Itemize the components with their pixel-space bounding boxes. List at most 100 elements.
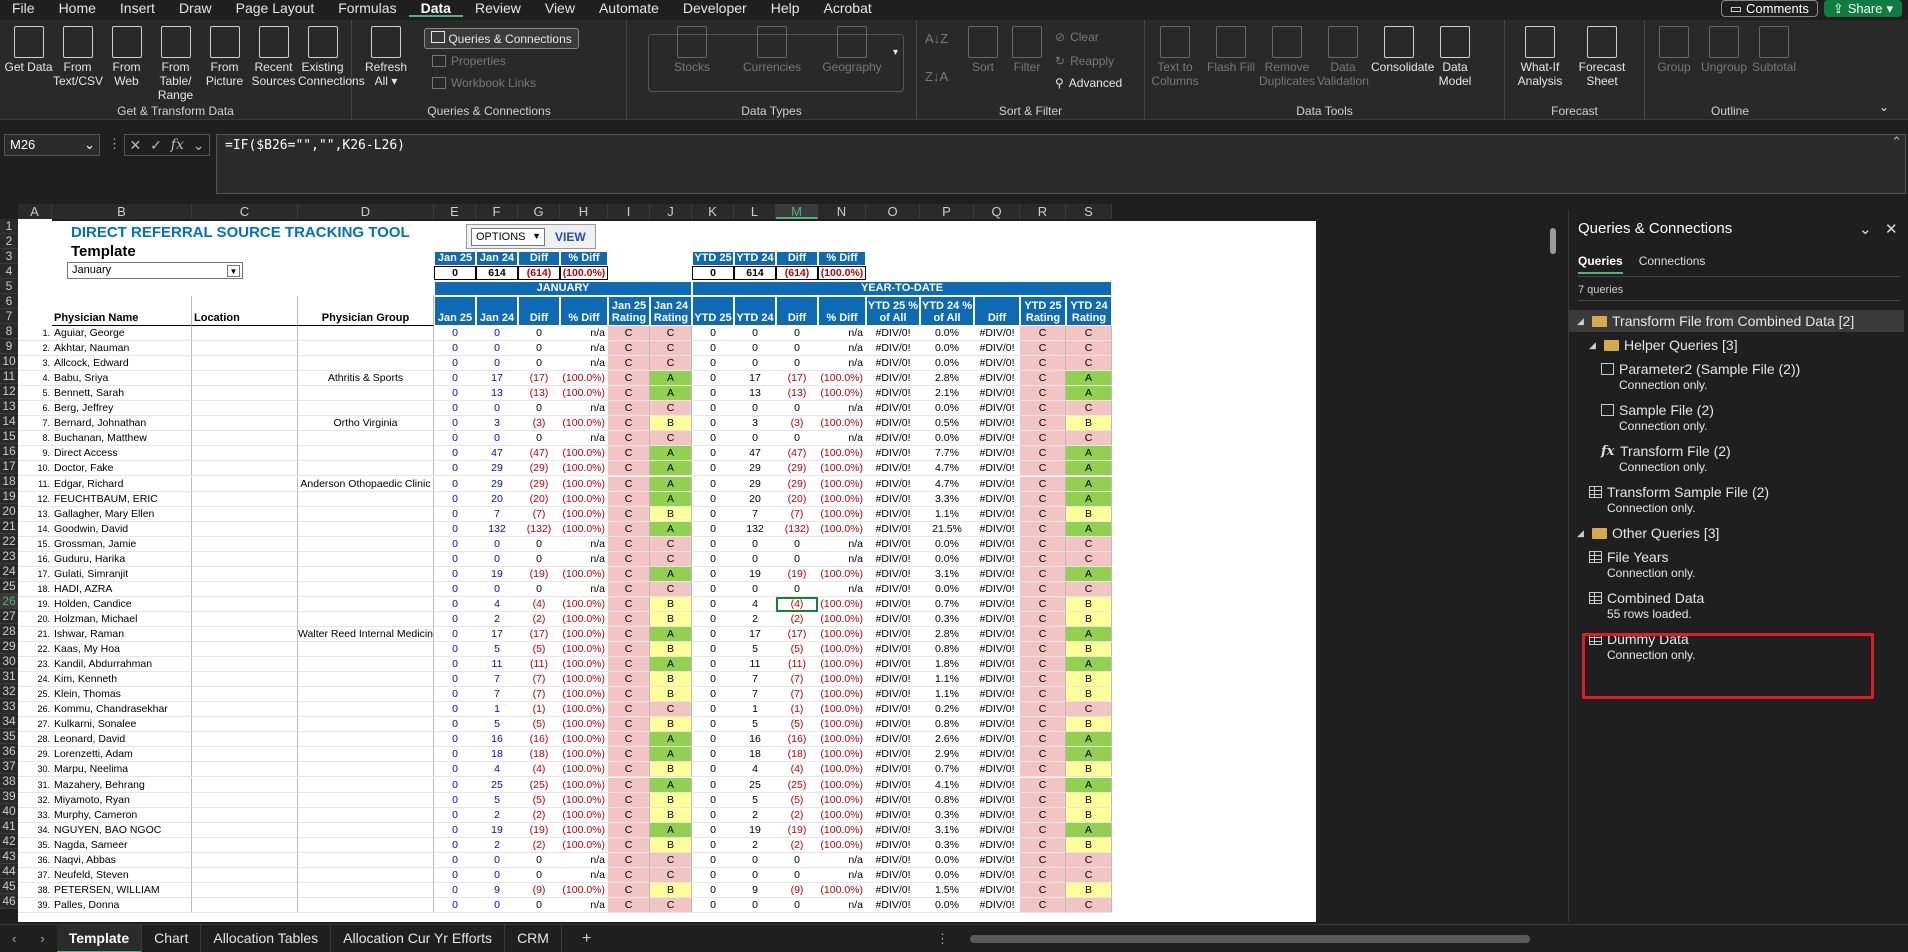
cell-r[interactable]: C — [1020, 326, 1066, 341]
cell-m[interactable]: (5) — [776, 717, 818, 733]
cell-o[interactable]: #DIV/0! — [866, 552, 920, 567]
cell-e[interactable]: 0 — [434, 341, 476, 357]
cell-d[interactable]: Athritis & Sports — [298, 371, 434, 387]
cell-j[interactable]: B — [650, 837, 692, 853]
cell-o[interactable]: #DIV/0! — [866, 356, 920, 372]
cell-j[interactable]: B — [650, 642, 692, 658]
cell-f[interactable]: 2 — [476, 612, 518, 627]
cell-c[interactable] — [192, 702, 298, 718]
cell-i[interactable]: C — [608, 551, 650, 567]
cell-q[interactable]: #DIV/0! — [974, 657, 1020, 673]
cell-f[interactable]: 17 — [476, 371, 518, 387]
cell-g[interactable]: (7) — [518, 507, 560, 522]
cell-o[interactable]: #DIV/0! — [866, 612, 920, 627]
cell-d[interactable]: Ortho Virginia — [298, 416, 434, 432]
cell-h[interactable]: (100.0%) — [560, 507, 608, 522]
get-data-button[interactable]: Get Data — [4, 26, 53, 74]
cell-g[interactable]: 0 — [518, 326, 560, 341]
cell-c[interactable] — [192, 627, 298, 642]
cell-b[interactable]: Marpu, Neelima — [52, 762, 192, 778]
cell-c[interactable] — [192, 777, 298, 793]
cell-h[interactable]: (100.0%) — [560, 823, 608, 838]
cell-q[interactable]: #DIV/0! — [974, 416, 1020, 432]
cell-p[interactable]: 21.5% — [920, 522, 974, 537]
cell-j[interactable]: C — [650, 341, 692, 357]
cell-i[interactable]: C — [608, 326, 650, 341]
cell-k[interactable]: 0 — [692, 567, 734, 582]
row-header[interactable]: 40 — [0, 804, 18, 819]
cell-f[interactable]: 11 — [476, 657, 518, 673]
cell-l[interactable]: 0 — [734, 356, 776, 372]
cell-c[interactable] — [192, 657, 298, 673]
cell-g[interactable]: (29) — [518, 477, 560, 492]
cell-a[interactable]: 23. — [18, 657, 52, 673]
cell-r[interactable]: C — [1020, 566, 1066, 582]
cell-b[interactable]: Babu, Sriya — [52, 371, 192, 387]
row-header[interactable]: 44 — [0, 864, 18, 879]
cell-a[interactable]: 36. — [18, 853, 52, 868]
cell-q[interactable]: #DIV/0! — [974, 717, 1020, 733]
cell-d[interactable] — [298, 882, 434, 898]
cell-o[interactable]: #DIV/0! — [866, 657, 920, 673]
cell-j[interactable]: B — [650, 687, 692, 703]
cell-p[interactable]: 1.1% — [920, 672, 974, 688]
cell-h[interactable]: (100.0%) — [560, 793, 608, 808]
row-header[interactable]: 4 — [0, 264, 18, 279]
cell-f[interactable]: 9 — [476, 883, 518, 898]
cell-l[interactable]: 0 — [734, 868, 776, 883]
cell-f[interactable]: 19 — [476, 823, 518, 838]
cell-q[interactable]: #DIV/0! — [974, 702, 1020, 718]
cell-d[interactable] — [298, 642, 434, 658]
cell-p[interactable]: 7.7% — [920, 446, 974, 462]
cell-l[interactable]: 0 — [734, 582, 776, 597]
cell-o[interactable]: #DIV/0! — [866, 868, 920, 883]
cell-g[interactable]: (4) — [518, 762, 560, 778]
cell-r[interactable]: C — [1020, 476, 1066, 492]
cell-i[interactable]: C — [608, 702, 650, 718]
cell-s[interactable]: B — [1066, 506, 1112, 522]
clear-button[interactable]: ⊘ Clear — [1055, 30, 1099, 44]
cell-k[interactable]: 0 — [692, 702, 734, 718]
cell-e[interactable]: 0 — [434, 356, 476, 372]
cell-r[interactable]: C — [1020, 386, 1066, 402]
cell-b[interactable]: Aguiar, George — [52, 326, 192, 341]
cell-b[interactable]: PETERSEN, WILLIAM — [52, 882, 192, 898]
cell-q[interactable]: #DIV/0! — [974, 627, 1020, 642]
cell-b[interactable]: Holzman, Michael — [52, 611, 192, 627]
cell-d[interactable] — [298, 356, 434, 372]
cell-l[interactable]: 5 — [734, 717, 776, 733]
cell-r[interactable]: C — [1020, 596, 1066, 612]
cell-b[interactable]: Gallagher, Mary Ellen — [52, 506, 192, 522]
cell-i[interactable]: C — [608, 356, 650, 372]
cell-q[interactable]: #DIV/0! — [974, 567, 1020, 582]
cell-q[interactable]: #DIV/0! — [974, 461, 1020, 477]
sheet-tab-chart[interactable]: Chart — [142, 924, 202, 952]
cell-e[interactable]: 0 — [434, 672, 476, 688]
cell-q[interactable]: #DIV/0! — [974, 793, 1020, 808]
row-header[interactable]: 37 — [0, 759, 18, 774]
cell-e[interactable]: 0 — [434, 868, 476, 883]
cell-j[interactable]: C — [650, 897, 692, 913]
forecast-sheet-button[interactable]: Forecast Sheet — [1571, 26, 1633, 88]
cell-l[interactable]: 7 — [734, 687, 776, 703]
pane-options-icon[interactable]: ⌄ — [1859, 220, 1872, 238]
cell-e[interactable]: 0 — [434, 883, 476, 898]
cell-e[interactable]: 0 — [434, 597, 476, 612]
cell-s[interactable]: C — [1066, 431, 1112, 447]
cell-s[interactable]: A — [1066, 747, 1112, 763]
cell-h[interactable]: n/a — [560, 341, 608, 357]
enter-icon[interactable]: ✓ — [150, 137, 162, 154]
cell-m[interactable]: (13) — [776, 386, 818, 402]
cell-g[interactable]: 0 — [518, 356, 560, 372]
data-model-button[interactable]: Data Model — [1427, 26, 1483, 88]
cell-p[interactable]: 0.3% — [920, 808, 974, 823]
from-web-button[interactable]: From Web — [102, 26, 151, 88]
cell-m[interactable]: 0 — [776, 552, 818, 567]
cell-o[interactable]: #DIV/0! — [866, 642, 920, 658]
cell-f[interactable]: 132 — [476, 522, 518, 537]
cell-k[interactable]: 0 — [692, 853, 734, 868]
cell-k[interactable]: 0 — [692, 672, 734, 688]
cell-k[interactable]: 0 — [692, 431, 734, 447]
cell-c[interactable] — [192, 792, 298, 808]
cell-l[interactable]: 0 — [734, 431, 776, 447]
